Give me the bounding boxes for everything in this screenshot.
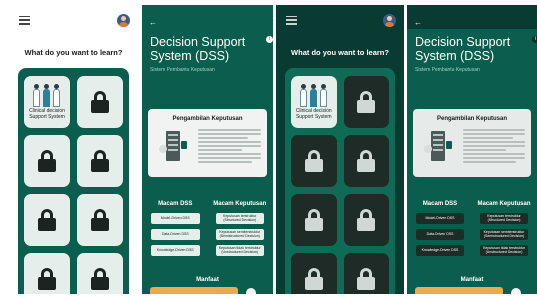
topic-tile-label: Clinical decision Support System	[29, 108, 65, 120]
page-subtitle: Sistem Pembantu Keputusan	[150, 66, 215, 73]
dss-type-item[interactable]: Knowledge-Driven DSS	[151, 245, 200, 256]
page-title: Decision Support System (DSS)	[415, 35, 511, 64]
dss-type-item[interactable]: Model-Driven DSS	[416, 213, 464, 224]
topic-tile-locked[interactable]	[291, 194, 337, 246]
section-title: Macam Keputusan	[477, 201, 531, 207]
dss-type-item[interactable]: Data-Driven DSS	[151, 229, 200, 240]
card-body	[463, 127, 525, 165]
topic-tile-cdss[interactable]: Clinical decision Support System	[24, 76, 70, 128]
topic-tile-locked[interactable]	[24, 135, 70, 187]
decision-type-item[interactable]: Keputusan tidak terstruktur (Unstructure…	[480, 245, 528, 256]
clinicians-illustration	[30, 83, 64, 108]
top-bar: ←	[407, 5, 537, 29]
back-arrow-icon[interactable]: ←	[149, 18, 157, 27]
topics-panel: Clinical decision Support System	[18, 68, 129, 294]
topic-tile-locked[interactable]	[24, 253, 70, 294]
topics-grid: Clinical decision Support System	[24, 76, 123, 294]
lock-icon	[357, 150, 376, 172]
dss-type-item[interactable]: Knowledge-Driven DSS	[416, 245, 464, 256]
topic-tile-locked[interactable]	[77, 194, 123, 246]
decision-type-item[interactable]: Keputusan terstruktur (Structured Decisi…	[215, 213, 264, 224]
page-subtitle: Sistem Pembantu Keputusan	[415, 66, 480, 73]
decision-type-item[interactable]: Keputusan semiterstruktur (Semistructure…	[215, 229, 264, 240]
topic-tile-locked[interactable]	[77, 253, 123, 294]
user-avatar[interactable]	[117, 13, 130, 27]
page-title: Decision Support System (DSS)	[150, 35, 246, 64]
topic-tile-locked[interactable]	[77, 135, 123, 187]
benefits-title: Manfaat	[460, 277, 484, 283]
hamburger-icon[interactable]	[19, 15, 30, 25]
topic-tile-locked[interactable]	[343, 135, 389, 187]
dog-avatar-icon[interactable]	[246, 288, 256, 294]
card-title: Pengambilan Keputusan	[436, 116, 507, 122]
card-body	[198, 127, 261, 165]
lock-icon	[357, 268, 376, 290]
dss-sections: Macam DSS Model-Driven DSS Data-Driven D…	[413, 201, 531, 261]
dss-sections: Macam DSS Model-Driven DSS Data-Driven D…	[148, 201, 267, 261]
screen-dss-light: ← i Decision Support System (DSS) Sistem…	[142, 5, 273, 294]
decision-type-item[interactable]: Keputusan tidak terstruktur (Unstructure…	[215, 245, 264, 256]
topic-tile-locked[interactable]	[291, 135, 337, 187]
dss-types-section: Macam DSS Model-Driven DSS Data-Driven D…	[413, 201, 467, 261]
lock-icon	[91, 268, 109, 290]
screen-topics-dark: What do you want to learn? Clinical deci…	[276, 5, 404, 294]
server-illustration	[158, 129, 188, 163]
lock-icon	[304, 150, 323, 172]
benefits-title: Manfaat	[196, 277, 219, 283]
topic-tile-locked[interactable]	[343, 76, 389, 128]
page-title: What do you want to learn?	[24, 48, 123, 57]
user-avatar[interactable]	[383, 13, 396, 27]
clinicians-illustration	[297, 83, 331, 108]
benefit-item[interactable]	[415, 287, 503, 294]
dss-type-item[interactable]: Data-Driven DSS	[416, 229, 464, 240]
card-title: Pengambilan Keputusan	[172, 116, 243, 122]
benefit-item[interactable]	[150, 287, 238, 294]
lock-icon	[91, 150, 109, 172]
lock-icon	[91, 91, 109, 113]
top-bar	[276, 5, 404, 35]
topic-tile-locked[interactable]	[291, 253, 337, 294]
decision-making-card: Pengambilan Keputusan	[148, 109, 267, 177]
info-icon[interactable]: i	[266, 36, 273, 43]
dss-type-item[interactable]: Model-Driven DSS	[151, 213, 200, 224]
topic-tile-locked[interactable]	[343, 194, 389, 246]
page-title: What do you want to learn?	[291, 48, 389, 57]
topics-panel: Clinical decision Support System	[285, 68, 395, 294]
lock-icon	[357, 91, 376, 113]
screen-dss-dark: ← i Decision Support System (DSS) Sistem…	[407, 5, 537, 294]
section-title: Macam DSS	[158, 201, 193, 207]
lock-icon	[357, 209, 376, 231]
lock-icon	[38, 209, 56, 231]
lock-icon	[38, 150, 56, 172]
lock-icon	[304, 209, 323, 231]
topic-tile-locked[interactable]	[343, 253, 389, 294]
topics-grid: Clinical decision Support System	[291, 76, 389, 294]
section-title: Macam DSS	[422, 201, 458, 207]
back-arrow-icon[interactable]: ←	[414, 18, 422, 27]
server-illustration	[423, 129, 453, 163]
topic-tile-locked[interactable]	[77, 76, 123, 128]
decision-making-card: Pengambilan Keputusan	[413, 109, 531, 177]
decision-types-section: Macam Keputusan Keputusan terstruktur (S…	[213, 201, 268, 261]
decision-type-item[interactable]: Keputusan semiterstruktur (Semistructure…	[480, 229, 528, 240]
lock-icon	[91, 209, 109, 231]
info-icon[interactable]: i	[532, 36, 537, 43]
topic-tile-locked[interactable]	[24, 194, 70, 246]
top-bar	[9, 5, 138, 35]
topic-tile-label: Clinical decision Support System	[295, 108, 332, 120]
lock-icon	[38, 268, 56, 290]
dog-avatar-icon[interactable]	[511, 288, 521, 294]
lock-icon	[304, 268, 323, 290]
hamburger-icon[interactable]	[286, 15, 297, 25]
decision-type-item[interactable]: Keputusan terstruktur (Structured Decisi…	[480, 213, 528, 224]
topic-tile-cdss[interactable]: Clinical decision Support System	[291, 76, 337, 128]
decision-types-section: Macam Keputusan Keputusan terstruktur (S…	[477, 201, 531, 261]
section-title: Macam Keputusan	[213, 201, 267, 207]
top-bar: ←	[142, 5, 273, 29]
screen-topics-light: What do you want to learn? Clinical deci…	[9, 5, 138, 294]
dss-types-section: Macam DSS Model-Driven DSS Data-Driven D…	[148, 201, 203, 261]
